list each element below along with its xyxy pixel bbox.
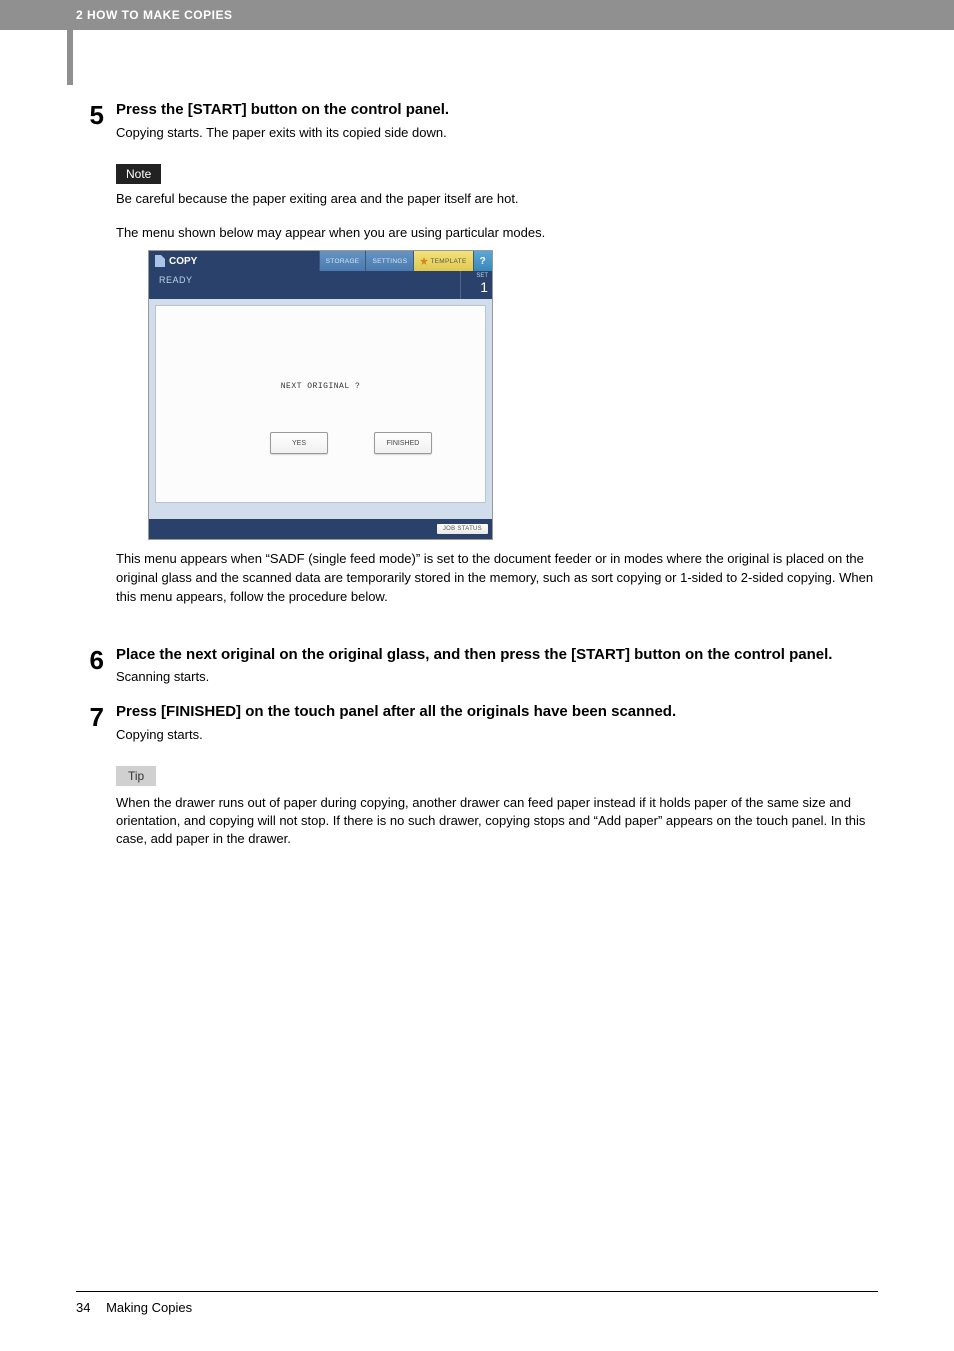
step-number: 7 xyxy=(76,702,116,864)
tip-text: When the drawer runs out of paper during… xyxy=(116,794,878,849)
template-button[interactable]: TEMPLATE xyxy=(413,251,472,271)
settings-button[interactable]: SETTINGS xyxy=(365,251,413,271)
panel-status-row: READY SET 1 xyxy=(149,271,492,299)
step-7: 7 Press [FINISHED] on the touch panel af… xyxy=(76,702,878,864)
panel-title: COPY xyxy=(149,251,319,271)
step-6: 6 Place the next original on the origina… xyxy=(76,645,878,687)
post-panel-text: This menu appears when “SADF (single fee… xyxy=(116,550,878,607)
ready-status: READY xyxy=(149,271,460,299)
step-text: Scanning starts. xyxy=(116,668,878,686)
panel-body: NEXT ORIGINAL ? YES FINISHED JOB STATUS xyxy=(149,299,492,539)
panel-prompt: NEXT ORIGINAL ? xyxy=(156,382,485,391)
finished-button[interactable]: FINISHED xyxy=(374,432,432,454)
template-label: TEMPLATE xyxy=(430,258,466,265)
page-number: 34 xyxy=(76,1300,90,1315)
step-text: Copying starts. xyxy=(116,726,878,744)
panel-title-text: COPY xyxy=(169,256,197,267)
note-text: Be careful because the paper exiting are… xyxy=(116,190,878,208)
step-body: Place the next original on the original … xyxy=(116,645,878,687)
step-number: 5 xyxy=(76,100,116,629)
step-text: Copying starts. The paper exits with its… xyxy=(116,124,878,142)
step-body: Press the [START] button on the control … xyxy=(116,100,878,629)
panel-footer: JOB STATUS xyxy=(149,519,492,539)
note-label: Note xyxy=(116,164,161,184)
page-footer: 34 Making Copies xyxy=(76,1291,878,1315)
star-icon xyxy=(420,257,428,265)
side-strip xyxy=(67,30,73,85)
panel-dialog: NEXT ORIGINAL ? YES FINISHED xyxy=(155,305,486,503)
step-title: Press [FINISHED] on the touch panel afte… xyxy=(116,702,878,722)
page-content: 5 Press the [START] button on the contro… xyxy=(0,30,954,865)
step-title: Press the [START] button on the control … xyxy=(116,100,878,120)
panel-header: COPY STORAGE SETTINGS TEMPLATE ? xyxy=(149,251,492,271)
document-icon xyxy=(155,255,165,267)
yes-button[interactable]: YES xyxy=(270,432,328,454)
step-title: Place the next original on the original … xyxy=(116,645,878,665)
set-counter: SET 1 xyxy=(460,271,492,299)
step-body: Press [FINISHED] on the touch panel afte… xyxy=(116,702,878,864)
step-number: 6 xyxy=(76,645,116,687)
help-button[interactable]: ? xyxy=(473,251,492,271)
step-5: 5 Press the [START] button on the contro… xyxy=(76,100,878,629)
storage-button[interactable]: STORAGE xyxy=(319,251,366,271)
set-value: 1 xyxy=(465,280,488,294)
footer-title: Making Copies xyxy=(106,1300,192,1315)
chapter-title: 2 HOW TO MAKE COPIES xyxy=(76,8,232,22)
touch-panel: COPY STORAGE SETTINGS TEMPLATE ? READY S… xyxy=(148,250,493,540)
tip-label: Tip xyxy=(116,766,156,786)
panel-intro: The menu shown below may appear when you… xyxy=(116,224,878,242)
chapter-header: 2 HOW TO MAKE COPIES xyxy=(0,0,954,30)
job-status-button[interactable]: JOB STATUS xyxy=(437,524,488,534)
